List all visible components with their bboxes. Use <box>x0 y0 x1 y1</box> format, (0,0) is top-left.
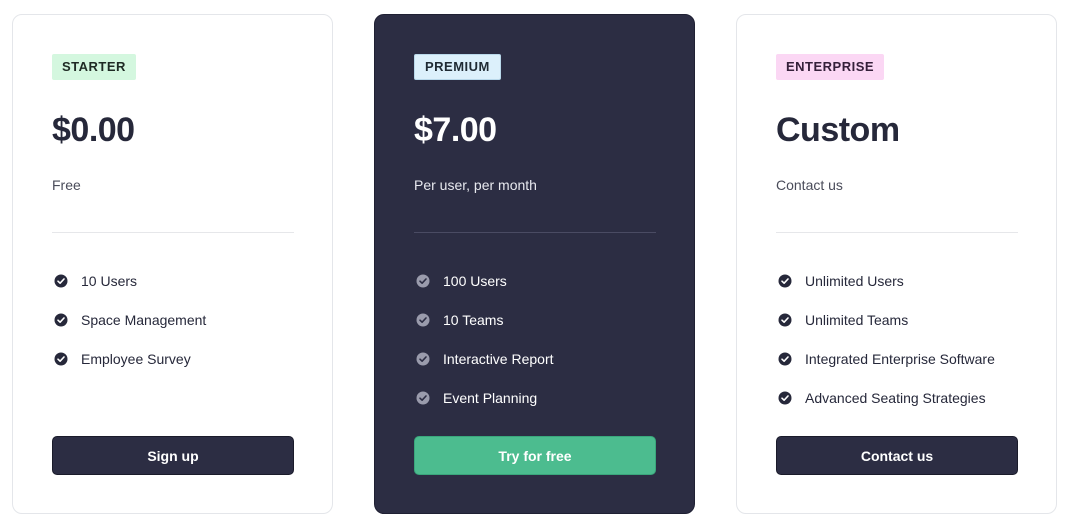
plan-price: $7.00 <box>414 111 497 149</box>
check-circle-icon <box>416 391 430 404</box>
check-circle-icon <box>416 274 430 287</box>
feature-item: 10 Teams <box>414 300 554 339</box>
feature-label: Advanced Seating Strategies <box>805 389 986 406</box>
check-circle-icon <box>416 313 430 326</box>
feature-label: Unlimited Teams <box>805 311 909 328</box>
check-circle-icon <box>54 274 68 287</box>
feature-item: Unlimited Teams <box>776 300 995 339</box>
check-circle-icon <box>778 313 792 326</box>
plan-badge: STARTER <box>52 54 136 80</box>
feature-item: Employee Survey <box>52 339 206 378</box>
feature-item: Space Management <box>52 300 206 339</box>
feature-label: 100 Users <box>443 272 507 289</box>
plan-card-starter: STARTER $0.00 Free 10 Users Space Manage… <box>12 14 333 514</box>
divider <box>776 232 1018 233</box>
feature-item: 100 Users <box>414 261 554 300</box>
sign-up-button[interactable]: Sign up <box>52 436 294 475</box>
plan-price-note: Contact us <box>776 177 843 193</box>
feature-item: Unlimited Users <box>776 261 995 300</box>
check-circle-icon <box>778 391 792 404</box>
feature-label: Space Management <box>81 311 207 328</box>
check-circle-icon <box>416 352 430 365</box>
feature-label: 10 Users <box>81 272 138 289</box>
feature-item: Interactive Report <box>414 339 554 378</box>
feature-item: Integrated Enterprise Software <box>776 339 995 378</box>
plan-card-premium: PREMIUM $7.00 Per user, per month 100 Us… <box>374 14 695 514</box>
feature-item: Event Planning <box>414 378 554 417</box>
plan-card-enterprise: ENTERPRISE Custom Contact us Unlimited U… <box>736 14 1057 514</box>
feature-label: Event Planning <box>443 389 538 406</box>
feature-item: Advanced Seating Strategies <box>776 378 995 417</box>
plan-badge: ENTERPRISE <box>776 54 885 80</box>
plan-price-note: Free <box>52 177 81 193</box>
feature-list: 10 Users Space Management Employee Surve… <box>52 261 206 378</box>
plan-price-note: Per user, per month <box>414 177 537 193</box>
contact-us-button[interactable]: Contact us <box>776 436 1018 475</box>
check-circle-icon <box>54 352 68 365</box>
feature-item: 10 Users <box>52 261 206 300</box>
divider <box>52 232 294 233</box>
feature-list: Unlimited Users Unlimited Teams Integrat… <box>776 261 995 417</box>
feature-label: 10 Teams <box>443 311 504 328</box>
feature-label: Integrated Enterprise Software <box>805 350 995 367</box>
feature-label: Interactive Report <box>443 350 554 367</box>
feature-list: 100 Users 10 Teams Interactive Report Ev… <box>414 261 554 417</box>
check-circle-icon <box>778 274 792 287</box>
plan-price: Custom <box>776 111 900 149</box>
plan-badge: PREMIUM <box>414 54 501 80</box>
check-circle-icon <box>54 313 68 326</box>
plan-price: $0.00 <box>52 111 135 149</box>
check-circle-icon <box>778 352 792 365</box>
feature-label: Unlimited Users <box>805 272 904 289</box>
feature-label: Employee Survey <box>81 350 191 367</box>
try-for-free-button[interactable]: Try for free <box>414 436 656 475</box>
divider <box>414 232 656 233</box>
